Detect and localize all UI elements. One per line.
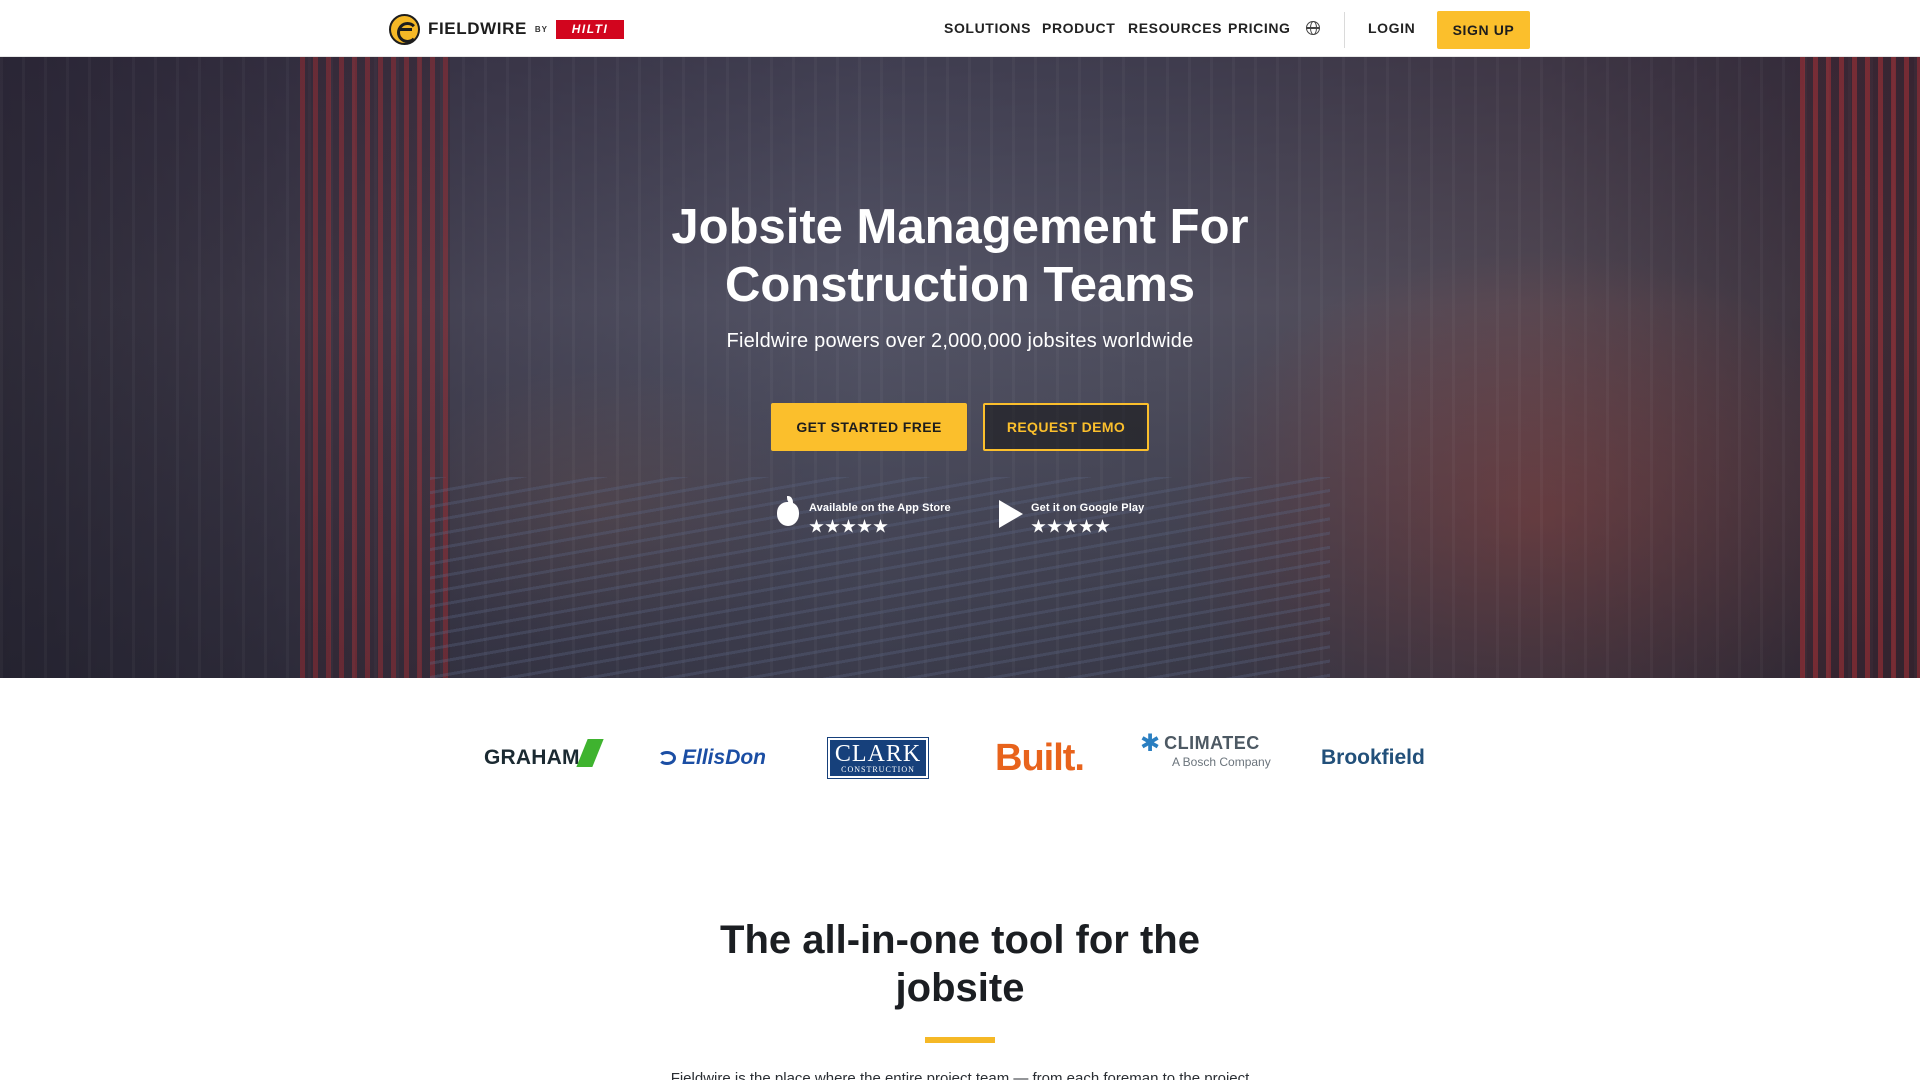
section-accent-bar — [925, 1037, 995, 1043]
app-store-label: Available on the App Store — [809, 502, 951, 514]
hero-title-line-2: Construction Teams — [724, 258, 1196, 312]
top-navigation: FIELDWIRE BY HILTI SOLUTIONS PRODUCT RES… — [0, 0, 1920, 57]
nav-divider — [1344, 12, 1345, 48]
clark-logo: CLARK CONSTRUCTION — [827, 737, 929, 779]
sign-up-button[interactable]: SIGN UP — [1437, 11, 1530, 49]
star-icon — [1095, 519, 1110, 533]
app-store-rating-stars — [809, 519, 951, 534]
star-icon — [841, 519, 856, 533]
nav-item-pricing[interactable]: PRICING — [1228, 20, 1291, 36]
star-icon — [1063, 519, 1078, 533]
brand-by-label: BY — [534, 24, 549, 34]
ellisdon-logo-text: EllisDon — [682, 746, 767, 769]
apple-icon — [777, 496, 803, 526]
star-icon — [1079, 519, 1094, 533]
hilti-logo-text: HILTI — [571, 22, 609, 36]
google-play-label: Get it on Google Play — [1031, 502, 1145, 514]
brookfield-logo: Brookfield — [1321, 746, 1425, 769]
climatec-logo-text: CLIMATEC — [1164, 733, 1260, 753]
hilti-logo: HILTI — [556, 19, 625, 39]
get-started-free-button[interactable]: GET STARTED FREE — [771, 403, 967, 451]
star-icon — [857, 519, 872, 533]
star-icon — [825, 519, 840, 533]
hero-background-detail — [300, 57, 450, 678]
star-icon — [1031, 519, 1046, 533]
nav-item-resources[interactable]: RESOURCES — [1128, 20, 1222, 36]
hero-title-line-1: Jobsite Management For — [671, 200, 1249, 254]
hero-background-detail — [1800, 57, 1920, 678]
google-play-rating-stars — [1031, 519, 1144, 534]
request-demo-button[interactable]: REQUEST DEMO — [983, 403, 1149, 451]
clark-logo-subtext: CONSTRUCTION — [841, 764, 915, 774]
google-play-icon — [999, 498, 1025, 528]
climatec-logo-subtext: A Bosch Company — [1172, 755, 1271, 769]
nav-item-product[interactable]: PRODUCT — [1042, 20, 1115, 36]
built-logo: Built. — [995, 736, 1085, 779]
language-globe-icon[interactable] — [1306, 21, 1320, 35]
ellisdon-mark-icon — [658, 751, 676, 765]
section-title: The all-in-one tool for the jobsite — [660, 916, 1260, 1012]
star-icon — [1047, 519, 1062, 533]
brand-name: FIELDWIRE — [428, 19, 527, 38]
graham-logo: GRAHAM — [484, 733, 604, 783]
climatec-star-icon: ✱ — [1140, 729, 1161, 757]
brand-logo[interactable]: FIELDWIRE BY HILTI — [389, 13, 625, 45]
star-icon — [809, 519, 824, 533]
hero-title: Jobsite Management For Construction Team… — [560, 198, 1360, 314]
climatec-logo: ✱ CLIMATEC A Bosch Company — [1140, 729, 1271, 783]
hero-section — [0, 57, 1920, 678]
clark-logo-text: CLARK — [834, 740, 922, 767]
app-store-badge[interactable]: Available on the App Store — [777, 496, 951, 534]
login-link[interactable]: LOGIN — [1368, 20, 1415, 36]
section-intro-text: Fieldwire is the place where the entire … — [670, 1070, 1250, 1080]
customer-logos: GRAHAM EllisDon CLARK CONSTRUCTION Built… — [0, 678, 1920, 838]
fieldwire-hardhat-icon — [389, 13, 420, 45]
star-icon — [873, 519, 888, 533]
section-title-line-1: The all-in-one tool for the — [720, 918, 1200, 962]
hero-subtitle: Fieldwire powers over 2,000,000 jobsites… — [726, 330, 1194, 352]
section-title-line-2: jobsite — [895, 966, 1025, 1010]
ellisdon-logo: EllisDon — [658, 733, 766, 783]
graham-slash-icon — [576, 739, 604, 767]
graham-logo-text: GRAHAM — [484, 746, 580, 769]
nav-item-solutions[interactable]: SOLUTIONS — [944, 20, 1031, 36]
google-play-badge[interactable]: Get it on Google Play — [999, 498, 1144, 534]
